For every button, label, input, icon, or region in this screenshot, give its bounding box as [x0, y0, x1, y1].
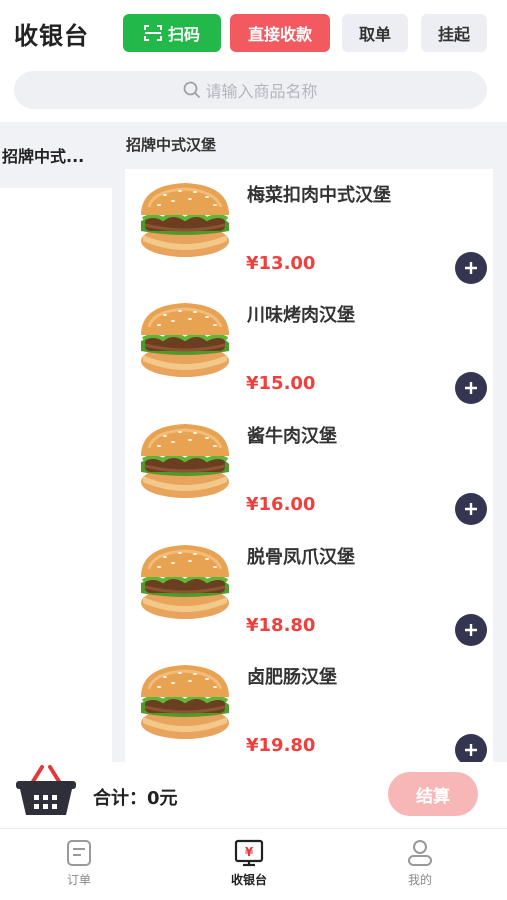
- page-title: 收银台: [14, 21, 89, 50]
- product-price: ¥19.80: [246, 735, 316, 756]
- shopping-basket-icon[interactable]: [12, 763, 80, 821]
- product-name: 梅菜扣肉中式汉堡: [247, 185, 391, 206]
- total-label: 合计：: [93, 788, 147, 809]
- tab-profile-label: 我的: [407, 873, 432, 887]
- tab-bar: 订单 ¥ 收银台 我的: [0, 828, 507, 900]
- list-item[interactable]: 卤肥肠汉堡 ¥19.80: [125, 651, 493, 762]
- tab-orders-label: 订单: [66, 873, 91, 887]
- product-price: ¥15.00: [246, 373, 316, 394]
- category-sidebar: 招牌中式...: [0, 122, 112, 762]
- product-price: ¥13.00: [246, 253, 316, 274]
- order-icon: [67, 840, 91, 866]
- add-to-cart-button[interactable]: [455, 734, 487, 762]
- product-price: ¥18.80: [246, 615, 316, 636]
- fetch-order-button[interactable]: 取单: [342, 14, 408, 52]
- scan-button[interactable]: 扫码: [123, 14, 221, 52]
- plus-icon: [465, 262, 477, 274]
- plus-icon: [465, 382, 477, 394]
- list-item[interactable]: 川味烤肉汉堡 ¥15.00: [125, 289, 493, 410]
- burger-image: [139, 422, 231, 500]
- profile-icon: [408, 840, 432, 866]
- cashier-icon: ¥: [234, 839, 264, 867]
- add-to-cart-button[interactable]: [455, 252, 487, 284]
- scan-icon: [143, 25, 162, 41]
- product-name: 脱骨凤爪汉堡: [247, 547, 355, 568]
- plus-icon: [465, 744, 477, 756]
- cart-total: 合计：0元: [93, 784, 178, 810]
- scan-button-label: 扫码: [167, 25, 200, 44]
- add-to-cart-button[interactable]: [455, 493, 487, 525]
- burger-image: [139, 301, 231, 379]
- tab-cashier[interactable]: ¥ 收银台: [189, 829, 309, 900]
- search-input[interactable]: 请输入商品名称: [14, 71, 487, 109]
- search-placeholder: 请输入商品名称: [205, 82, 318, 101]
- product-name: 酱牛肉汉堡: [247, 426, 337, 447]
- product-price: ¥16.00: [246, 494, 316, 515]
- tab-profile[interactable]: 我的: [360, 829, 480, 900]
- product-list: 梅菜扣肉中式汉堡 ¥13.00 川味烤肉汉堡 ¥15.00 酱牛肉汉堡 ¥16.…: [125, 169, 493, 762]
- plus-icon: [465, 503, 477, 515]
- cart-bar: 合计：0元 结算: [0, 762, 507, 828]
- tab-cashier-label: 收银台: [230, 873, 267, 887]
- burger-image: [139, 543, 231, 621]
- add-to-cart-button[interactable]: [455, 372, 487, 404]
- hold-order-button[interactable]: 挂起: [421, 14, 487, 52]
- checkout-button[interactable]: 结算: [388, 772, 478, 816]
- list-item[interactable]: 梅菜扣肉中式汉堡 ¥13.00: [125, 169, 493, 290]
- search-icon: [184, 81, 201, 99]
- burger-image: [139, 663, 231, 741]
- list-item[interactable]: 脱骨凤爪汉堡 ¥18.80: [125, 531, 493, 652]
- plus-icon: [465, 624, 477, 636]
- total-value: 0元: [147, 788, 178, 809]
- list-item[interactable]: 酱牛肉汉堡 ¥16.00: [125, 410, 493, 531]
- direct-payment-button[interactable]: 直接收款: [230, 14, 330, 52]
- sidebar-item-signature[interactable]: 招牌中式...: [0, 122, 112, 188]
- product-name: 卤肥肠汉堡: [247, 667, 337, 688]
- tab-orders[interactable]: 订单: [19, 829, 139, 900]
- product-name: 川味烤肉汉堡: [247, 305, 355, 326]
- burger-image: [139, 181, 231, 259]
- cashier-icon-glyph: ¥: [245, 845, 254, 859]
- add-to-cart-button[interactable]: [455, 614, 487, 646]
- category-title: 招牌中式汉堡: [126, 136, 217, 154]
